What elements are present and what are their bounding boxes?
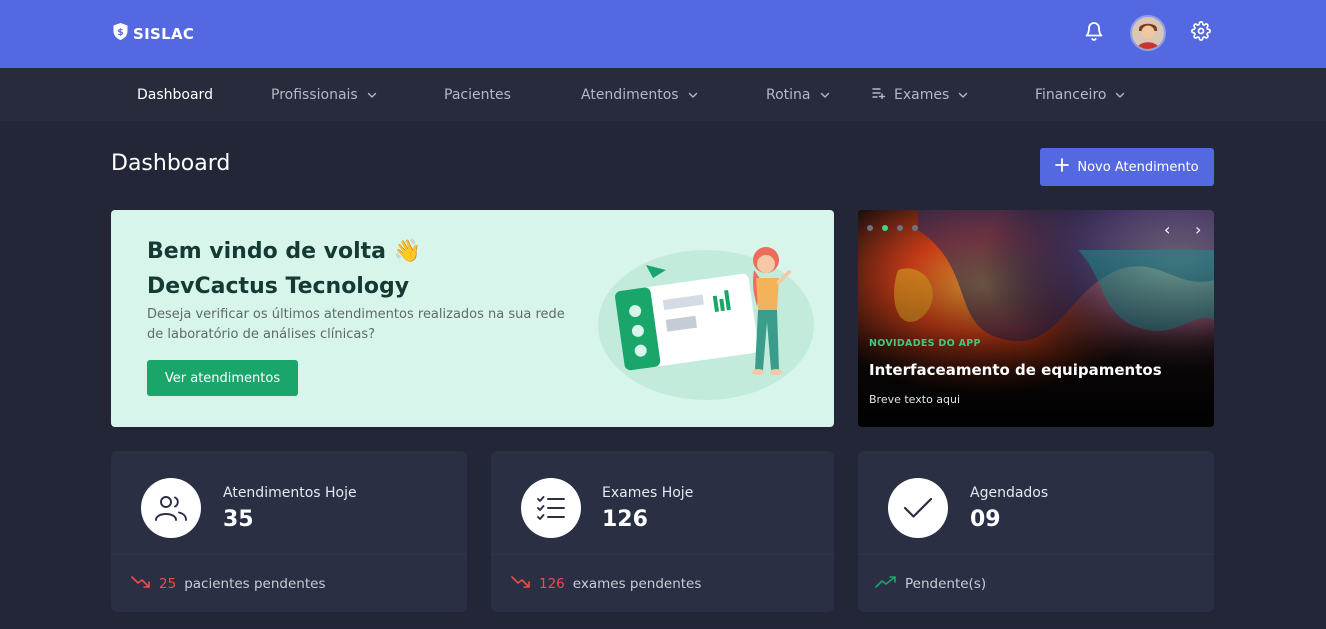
- dashboard-illustration: [591, 230, 821, 414]
- nav-item-profissionais[interactable]: Profissionais: [271, 68, 378, 121]
- pending-text: pacientes pendentes: [184, 576, 326, 592]
- carousel-dot[interactable]: [897, 225, 903, 231]
- users-icon: [141, 478, 201, 538]
- plus-icon: [1055, 158, 1070, 176]
- chevron-down-icon: [957, 89, 969, 101]
- chevron-left-icon[interactable]: ‹: [1164, 220, 1170, 239]
- new-appointment-label: Novo Atendimento: [1077, 159, 1199, 175]
- nav-item-atendimentos[interactable]: Atendimentos: [581, 68, 699, 121]
- main-nav: Dashboard Profissionais Pacientes Atendi…: [0, 68, 1326, 121]
- promo-tag: NOVIDADES DO APP: [869, 338, 981, 349]
- checklist-icon: [521, 478, 581, 538]
- stat-card-agendados: Agendados 09 Pendente(s): [858, 451, 1214, 612]
- nav-item-label: Profissionais: [271, 86, 358, 103]
- pending-count: 126: [539, 576, 565, 592]
- stat-value: 126: [602, 507, 648, 532]
- welcome-title: Bem vindo de volta 👋: [147, 239, 422, 264]
- welcome-card: Bem vindo de volta 👋 DevCactus Tecnology…: [111, 210, 834, 427]
- company-name: DevCactus Tecnology: [147, 274, 410, 299]
- promo-title: Interfaceamento de equipamentos: [869, 361, 1162, 379]
- nav-item-pacientes[interactable]: Pacientes: [444, 68, 511, 121]
- nav-item-rotina[interactable]: Rotina: [766, 68, 831, 121]
- promo-text: Breve texto aqui: [869, 393, 961, 406]
- stat-value: 09: [970, 507, 1001, 532]
- trend-down-icon: [131, 575, 151, 593]
- page-title: Dashboard: [111, 151, 231, 176]
- trend-up-icon: [875, 575, 897, 593]
- gear-icon[interactable]: [1191, 21, 1211, 41]
- trend-down-icon: [511, 575, 531, 593]
- user-avatar[interactable]: [1130, 15, 1166, 51]
- welcome-description: Deseja verificar os últimos atendimentos…: [147, 307, 565, 342]
- stat-card-atendimentos: Atendimentos Hoje 35 25 pacientes penden…: [111, 451, 467, 612]
- view-appointments-button[interactable]: Ver atendimentos: [147, 360, 298, 396]
- shield-logo-icon: $: [112, 22, 129, 45]
- stat-footer: Pendente(s): [875, 575, 986, 593]
- nav-item-label: Rotina: [766, 86, 811, 103]
- nav-item-financeiro[interactable]: Financeiro: [1035, 68, 1126, 121]
- pending-count: 25: [159, 576, 177, 592]
- nav-item-label: Pacientes: [444, 86, 511, 103]
- nav-item-label: Exames: [894, 86, 950, 103]
- stat-label: Agendados: [970, 485, 1049, 501]
- nav-item-label: Financeiro: [1035, 86, 1107, 103]
- app-logo[interactable]: $ SISLAC: [112, 22, 194, 45]
- pending-text: Pendente(s): [905, 576, 987, 592]
- stat-value: 35: [223, 507, 254, 532]
- nav-item-dashboard[interactable]: Dashboard: [137, 68, 213, 121]
- carousel-dot-active[interactable]: [882, 225, 888, 231]
- stat-label: Atendimentos Hoje: [223, 485, 357, 501]
- divider: [491, 554, 834, 555]
- chevron-down-icon: [687, 89, 699, 101]
- new-appointment-button[interactable]: Novo Atendimento: [1040, 148, 1214, 186]
- carousel-dot[interactable]: [867, 225, 873, 231]
- chevron-down-icon: [819, 89, 831, 101]
- stat-label: Exames Hoje: [602, 485, 694, 501]
- check-icon: [888, 478, 948, 538]
- divider: [111, 554, 467, 555]
- stat-footer: 126 exames pendentes: [511, 575, 701, 593]
- chevron-down-icon: [1114, 89, 1126, 101]
- top-bar: $ SISLAC: [0, 0, 1326, 68]
- nav-item-label: Atendimentos: [581, 86, 679, 103]
- chevron-right-icon[interactable]: ›: [1195, 220, 1201, 239]
- carousel-dot[interactable]: [912, 225, 918, 231]
- nav-item-label: Dashboard: [137, 86, 213, 103]
- pending-text: exames pendentes: [572, 576, 702, 592]
- news-carousel[interactable]: ‹ › NOVIDADES DO APP Interfaceamento de …: [858, 210, 1214, 427]
- chevron-down-icon: [366, 89, 378, 101]
- stat-card-exames: Exames Hoje 126 126 exames pendentes: [491, 451, 834, 612]
- nav-item-exames[interactable]: Exames: [872, 68, 969, 121]
- divider: [858, 554, 1214, 555]
- bell-icon[interactable]: [1084, 21, 1104, 42]
- stat-footer: 25 pacientes pendentes: [131, 575, 325, 593]
- list-plus-icon: [872, 87, 886, 103]
- svg-text:$: $: [117, 28, 123, 38]
- app-name: SISLAC: [133, 24, 195, 43]
